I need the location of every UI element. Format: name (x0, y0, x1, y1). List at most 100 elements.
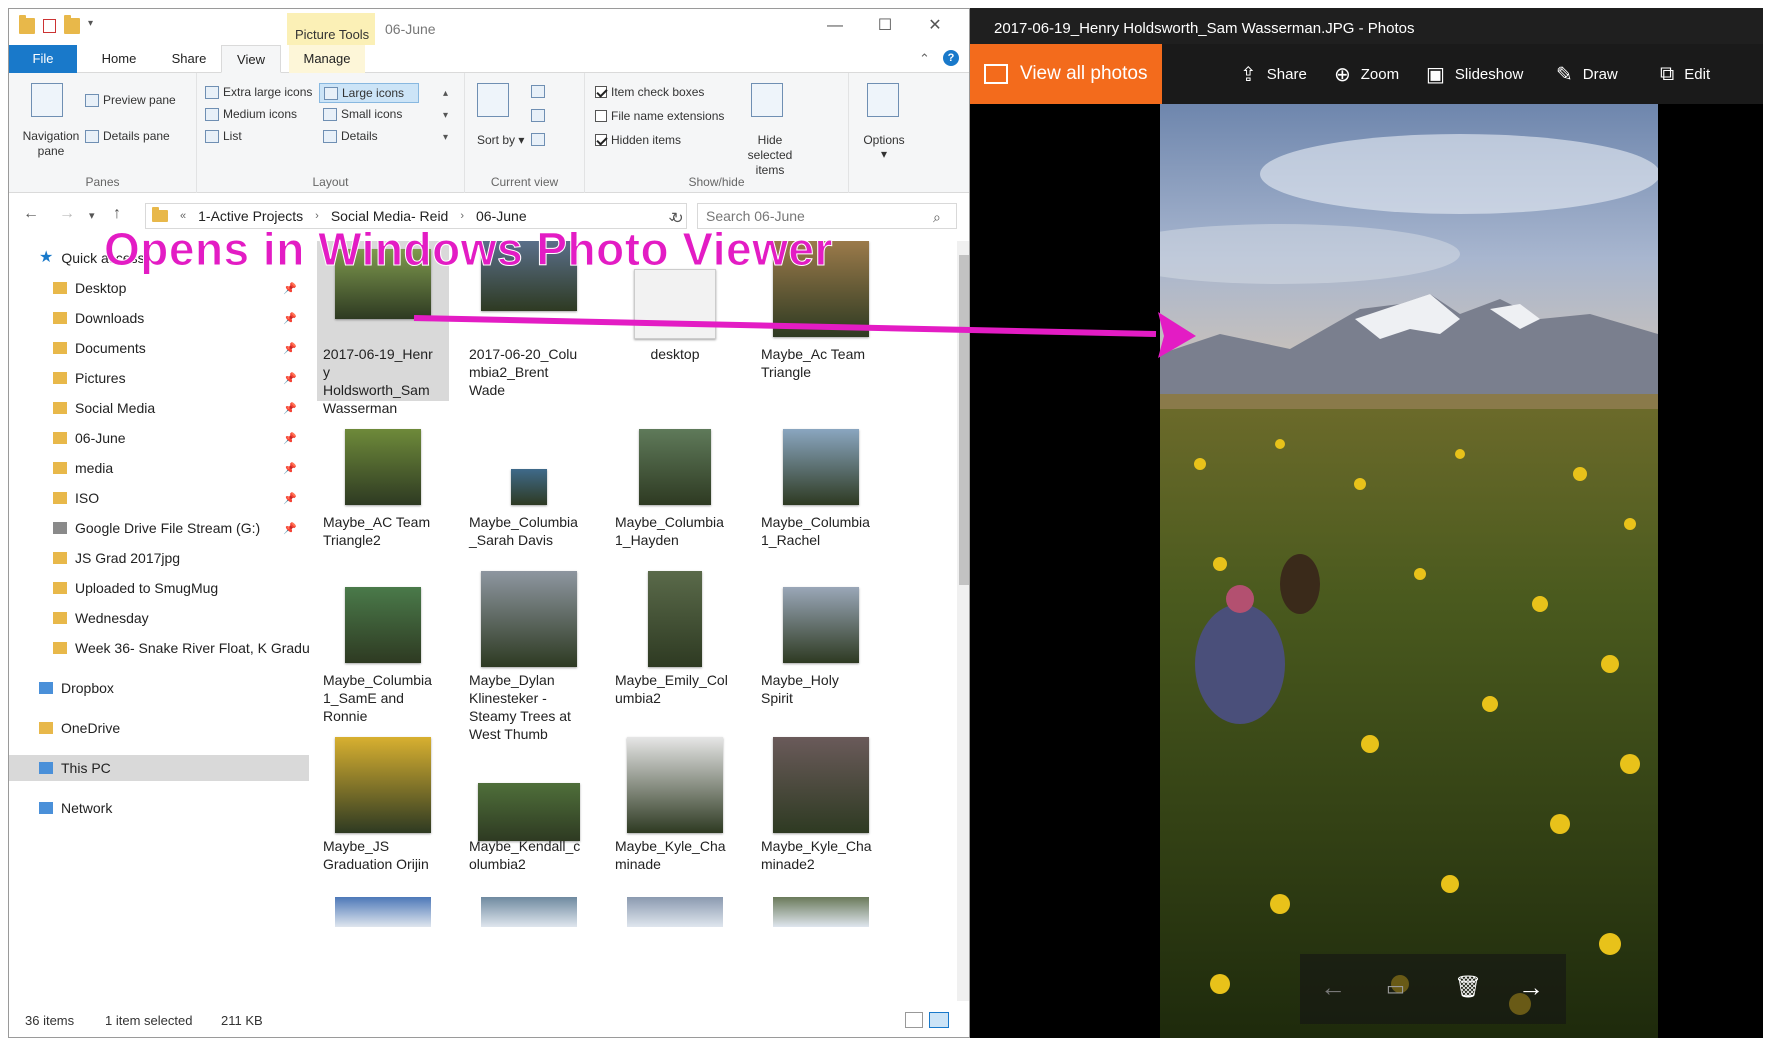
sidebar-item[interactable]: Wednesday (9, 605, 309, 631)
breadcrumb-sep-icon[interactable]: › (460, 210, 464, 222)
sidebar-item[interactable]: Desktop 📌 (9, 275, 309, 301)
ribbon-collapse-chevron-icon[interactable]: ⌃ (919, 51, 930, 67)
large-icons-view-icon[interactable] (929, 1012, 949, 1028)
pin-icon[interactable]: 📌 (283, 282, 297, 295)
sidebar-item[interactable]: 06-June 📌 (9, 425, 309, 451)
pin-icon[interactable]: 📌 (283, 342, 297, 355)
forward-arrow-icon[interactable]: → (59, 205, 75, 223)
file-name-extensions-toggle[interactable]: File name extensions (595, 109, 724, 123)
pin-icon[interactable]: 📌 (283, 402, 297, 415)
properties-icon[interactable] (43, 19, 56, 33)
add-columns-icon[interactable] (531, 109, 545, 122)
share-button[interactable]: ⇪ Share (1240, 44, 1307, 104)
file-item[interactable]: Maybe_Dylan Klinesteker - Steamy Trees at W… (463, 571, 595, 742)
sidebar-item[interactable]: OneDrive (9, 715, 309, 741)
options-button[interactable]: Options ▾ (859, 133, 909, 161)
sidebar-item[interactable]: This PC (9, 755, 309, 781)
previous-arrow-icon[interactable]: ← (1320, 972, 1346, 1003)
delete-icon[interactable]: 🗑 (1454, 974, 1482, 1000)
layout-small-icons[interactable]: Small icons (323, 107, 402, 121)
sidebar-item[interactable]: Week 36- Snake River Float, K Gradu (9, 635, 309, 661)
maximize-button[interactable]: ☐ (865, 15, 905, 37)
file-name-extensions-checkbox[interactable] (595, 110, 607, 122)
scrollbar-thumb[interactable] (959, 255, 969, 585)
layout-extra-large-icons[interactable]: Extra large icons (205, 85, 312, 99)
breadcrumb-overflow-icon[interactable]: « (180, 210, 186, 222)
sidebar-item[interactable]: Social Media 📌 (9, 395, 309, 421)
sidebar-item[interactable]: JS Grad 2017jpg (9, 545, 309, 571)
details-pane-button[interactable]: Details pane (85, 129, 170, 143)
file-item[interactable]: Maybe_Columbia _Sarah Davis (463, 413, 595, 563)
close-button[interactable]: ✕ (915, 15, 955, 37)
options-icon[interactable] (867, 83, 899, 117)
hide-selected-items-icon[interactable] (751, 83, 783, 117)
sort-by-icon[interactable] (477, 83, 509, 117)
hidden-items-checkbox[interactable] (595, 134, 607, 146)
new-folder-icon[interactable] (64, 15, 80, 34)
tab-home[interactable]: Home (89, 45, 149, 73)
slideshow-button[interactable]: ▣ Slideshow (1426, 44, 1523, 104)
filmstrip-icon[interactable]: ▭ (1386, 976, 1405, 1001)
layout-medium-icons[interactable]: Medium icons (205, 107, 297, 121)
sidebar-item[interactable]: Downloads 📌 (9, 305, 309, 331)
displayed-photo[interactable] (1160, 104, 1658, 1038)
minimize-button[interactable]: — (815, 15, 855, 37)
layout-details[interactable]: Details (323, 129, 378, 143)
pin-icon[interactable]: 📌 (283, 372, 297, 385)
up-arrow-icon[interactable]: ↑ (113, 205, 121, 223)
sidebar-item[interactable]: Documents 📌 (9, 335, 309, 361)
file-item[interactable]: Maybe_Columbia 1_Rachel (755, 413, 887, 563)
group-by-icon[interactable] (531, 85, 545, 98)
file-item[interactable]: Maybe_Holy Spirit (755, 571, 887, 721)
size-columns-icon[interactable] (531, 133, 545, 146)
pin-icon[interactable]: 📌 (283, 312, 297, 325)
file-list-scrollbar[interactable] (957, 241, 969, 1001)
pin-icon[interactable]: 📌 (283, 432, 297, 445)
next-arrow-icon[interactable]: → (1518, 972, 1544, 1003)
file-item[interactable]: Maybe_JS Graduation Orijin (317, 737, 449, 887)
zoom-button[interactable]: ⊕ Zoom (1334, 44, 1399, 104)
layout-list[interactable]: List (205, 129, 242, 143)
tab-view[interactable]: View (221, 45, 281, 73)
file-item[interactable]: Maybe_Kendall_c olumbia2 (463, 737, 595, 887)
pin-icon[interactable]: 📌 (283, 462, 297, 475)
help-icon[interactable]: ? (943, 50, 959, 66)
sort-by-button[interactable]: Sort by ▾ (477, 133, 524, 148)
pin-icon[interactable]: 📌 (283, 522, 297, 535)
file-item[interactable]: Maybe_Kyle_Cha minade (609, 737, 741, 887)
layout-large-icons[interactable]: Large icons (319, 83, 420, 103)
recent-chevron-down-icon[interactable]: ▾ (89, 209, 95, 222)
sidebar-item[interactable]: Pictures 📌 (9, 365, 309, 391)
tab-manage[interactable]: Manage (289, 45, 365, 73)
details-view-icon[interactable] (905, 1012, 923, 1028)
folder-icon[interactable] (19, 15, 35, 34)
view-all-photos-button[interactable]: View all photos (970, 44, 1162, 104)
navigation-pane-button[interactable]: Navigation pane (17, 129, 85, 159)
sidebar-item[interactable]: media 📌 (9, 455, 309, 481)
hidden-items-toggle[interactable]: Hidden items (595, 133, 681, 147)
image-thumbnail[interactable] (335, 897, 431, 927)
sidebar-item[interactable]: Google Drive File Stream (G:) 📌 (9, 515, 309, 541)
image-thumbnail[interactable] (481, 897, 577, 927)
sidebar-item[interactable]: Network (9, 795, 309, 821)
file-item[interactable]: Maybe_Columbia 1_SamE and Ronnie (317, 571, 449, 724)
tab-file[interactable]: File (9, 45, 77, 73)
pin-icon[interactable]: 📌 (283, 492, 297, 505)
draw-button[interactable]: ✎ Draw (1556, 44, 1618, 104)
file-item[interactable]: Maybe_Columbia 1_Hayden (609, 413, 741, 563)
layout-scroll-chevron-icon[interactable]: ▴ ▾ ▾ (443, 83, 448, 149)
file-item[interactable]: Maybe_Kyle_Cha minade2 (755, 737, 887, 887)
item-check-boxes-toggle[interactable]: Item check boxes (595, 85, 704, 99)
sidebar-item[interactable]: Dropbox (9, 675, 309, 701)
search-icon[interactable]: ⌕ (933, 209, 941, 226)
preview-pane-button[interactable]: Preview pane (85, 93, 176, 107)
sidebar-item[interactable]: ISO 📌 (9, 485, 309, 511)
file-item[interactable]: Maybe_AC Team Triangle2 (317, 413, 449, 563)
qat-chevron-down-icon[interactable]: ▾ (88, 18, 96, 34)
item-check-boxes-checkbox[interactable] (595, 86, 607, 98)
breadcrumb-sep-icon[interactable]: › (315, 210, 319, 222)
edit-button[interactable]: ⧉ Edit (1660, 44, 1710, 104)
hide-selected-items-button[interactable]: Hide selected items (735, 133, 805, 178)
navigation-pane-icon[interactable] (31, 83, 63, 117)
image-thumbnail[interactable] (773, 897, 869, 927)
